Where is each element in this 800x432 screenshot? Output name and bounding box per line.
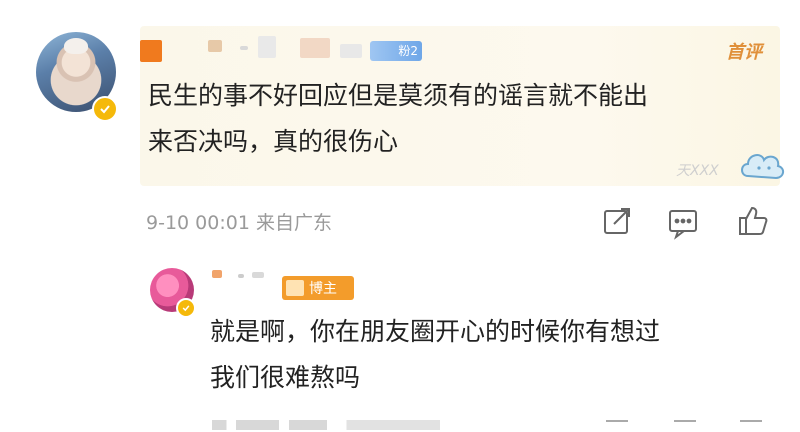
username-redacted <box>300 38 330 58</box>
blogger-icon <box>286 280 304 296</box>
fan-level-badge: 粉2 <box>370 41 422 61</box>
comment-text-line-2: 来否决吗，真的很伤心 <box>148 127 399 156</box>
reply-username-redacted <box>238 274 244 278</box>
divider <box>0 250 800 251</box>
avatar-bear-accessory <box>64 38 88 54</box>
reply-text-line-1: 就是啊，你在朋友圈开心的时候你有想过 <box>210 317 661 346</box>
reply-text-line-2: 我们很难熬吗 <box>210 363 361 392</box>
reply-share-icon-cutoff <box>606 420 628 432</box>
reply-comment-icon-cutoff <box>674 420 696 432</box>
blogger-tag-label: 博主 <box>309 281 337 297</box>
username-redacted <box>208 40 222 52</box>
like-icon[interactable] <box>736 204 770 238</box>
reply-meta-cutoff <box>212 420 452 430</box>
watermark-text: 天XXX <box>676 163 719 179</box>
verified-badge-icon <box>92 96 118 122</box>
comment-text-line-1: 民生的事不好回应但是莫须有的谣言就不能出 <box>148 81 649 110</box>
cloud-sticker-icon <box>741 154 784 180</box>
username-redacted <box>240 46 248 50</box>
reply-like-icon-cutoff <box>740 420 762 432</box>
blogger-tag: 博主 <box>282 276 354 300</box>
username-redacted <box>258 36 276 58</box>
share-icon[interactable] <box>600 204 634 238</box>
verified-badge-icon <box>176 298 196 318</box>
username-redacted[interactable] <box>140 40 162 62</box>
first-comment-tag: 首评 <box>726 42 762 63</box>
reply-username-redacted[interactable] <box>212 270 222 278</box>
username-redacted <box>340 44 362 58</box>
comment-icon[interactable] <box>666 206 700 240</box>
comment-meta: 9-10 00:01 来自广东 <box>146 212 332 234</box>
reply-username-redacted <box>252 272 264 278</box>
